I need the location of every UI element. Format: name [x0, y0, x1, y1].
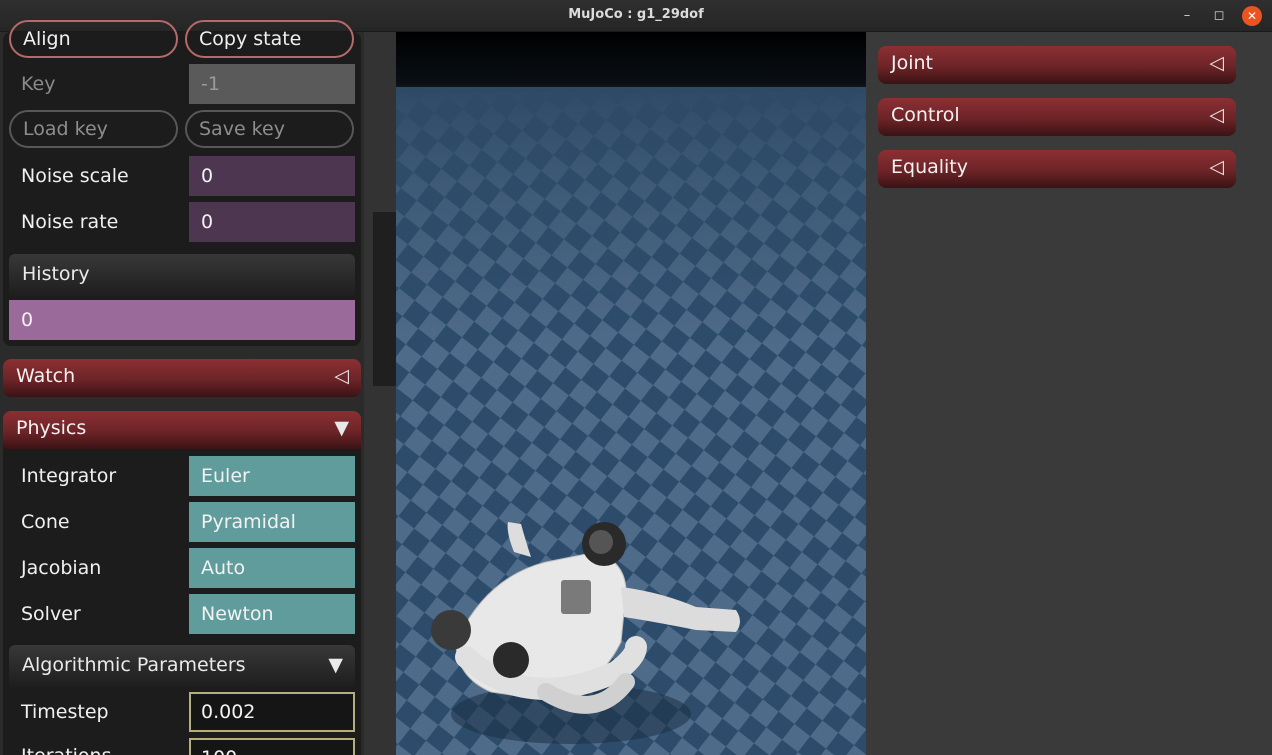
- collapse-left-icon: ◁: [334, 365, 349, 387]
- collapse-left-icon: ◁: [1209, 52, 1224, 74]
- left-panel-scrollbar-track[interactable]: [364, 32, 396, 755]
- watch-label: Watch: [16, 365, 76, 387]
- integrator-select[interactable]: Euler: [189, 456, 355, 496]
- cone-label: Cone: [21, 511, 70, 533]
- joint-label: Joint: [891, 52, 933, 74]
- key-label: Key: [21, 73, 56, 95]
- timestep-input[interactable]: 0.002: [189, 692, 355, 732]
- simulation-section: Align Copy state Key -1 Load key Save ke…: [3, 20, 361, 346]
- collapse-left-icon: ◁: [1209, 156, 1224, 178]
- physics-label: Physics: [16, 417, 87, 439]
- align-button[interactable]: Align: [9, 20, 178, 58]
- save-key-button[interactable]: Save key: [185, 110, 354, 148]
- history-label: History: [22, 263, 90, 285]
- jacobian-label: Jacobian: [21, 557, 102, 579]
- minimize-icon[interactable]: –: [1177, 6, 1197, 26]
- iterations-input[interactable]: 100: [189, 738, 355, 755]
- physics-section-header[interactable]: Physics ▼: [3, 411, 361, 449]
- jacobian-select[interactable]: Auto: [189, 548, 355, 588]
- key-field: -1: [189, 64, 355, 104]
- timestep-label: Timestep: [21, 701, 109, 723]
- window-title: MuJoCo : g1_29dof: [568, 7, 704, 22]
- maximize-icon[interactable]: ◻: [1209, 6, 1229, 26]
- control-section-header[interactable]: Control ◁: [878, 98, 1236, 136]
- equality-section-header[interactable]: Equality ◁: [878, 150, 1236, 188]
- integrator-label: Integrator: [21, 465, 117, 487]
- equality-label: Equality: [891, 156, 969, 178]
- solver-label: Solver: [21, 603, 81, 625]
- scene-render: [396, 32, 866, 755]
- simulation-viewport[interactable]: [396, 32, 866, 755]
- noise-scale-label: Noise scale: [21, 165, 129, 187]
- noise-rate-label: Noise rate: [21, 211, 119, 233]
- solver-select[interactable]: Newton: [189, 594, 355, 634]
- physics-section: Integrator Euler Cone Pyramidal Jacobian…: [3, 449, 361, 755]
- iterations-label: Iterations: [21, 745, 112, 755]
- left-panel-scrollbar-thumb[interactable]: [373, 212, 396, 386]
- right-ui-panel: [866, 32, 1272, 755]
- algorithmic-parameters-label: Algorithmic Parameters: [22, 654, 246, 676]
- noise-scale-slider[interactable]: 0: [189, 156, 355, 196]
- copy-state-button[interactable]: Copy state: [185, 20, 354, 58]
- close-icon[interactable]: ✕: [1242, 6, 1262, 26]
- noise-rate-slider[interactable]: 0: [189, 202, 355, 242]
- expand-down-icon: ▼: [328, 654, 343, 676]
- history-slider[interactable]: 0: [9, 300, 355, 340]
- joint-section-header[interactable]: Joint ◁: [878, 46, 1236, 84]
- watch-section-header[interactable]: Watch ◁: [3, 359, 361, 397]
- control-label: Control: [891, 104, 960, 126]
- expand-down-icon: ▼: [334, 417, 349, 439]
- algorithmic-parameters-header[interactable]: Algorithmic Parameters ▼: [9, 645, 355, 687]
- cone-select[interactable]: Pyramidal: [189, 502, 355, 542]
- load-key-button[interactable]: Load key: [9, 110, 178, 148]
- collapse-left-icon: ◁: [1209, 104, 1224, 126]
- history-header: History: [9, 254, 355, 296]
